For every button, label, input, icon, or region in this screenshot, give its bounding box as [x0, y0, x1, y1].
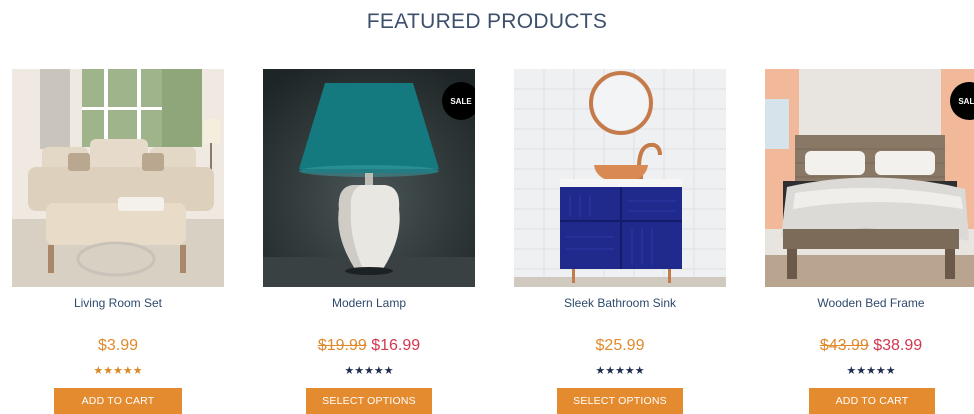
original-price: $43.99	[819, 337, 869, 354]
star-rating: ★★★★★	[846, 364, 896, 377]
sale-price: $16.99	[371, 337, 421, 354]
select-options-button[interactable]: SELECT OPTIONS	[557, 388, 683, 414]
product-price: $43.99 $38.99	[765, 337, 974, 355]
current-price: $25.99	[595, 337, 645, 354]
product-image-living-room-set[interactable]	[12, 69, 224, 287]
product-name[interactable]: Wooden Bed Frame	[765, 296, 974, 310]
sale-badge: SALE	[442, 82, 475, 120]
star-rating: ★★★★★	[344, 364, 394, 377]
section-title: FEATURED PRODUCTS	[366, 10, 608, 33]
product-name[interactable]: Modern Lamp	[263, 296, 475, 310]
product-image-modern-lamp[interactable]: SALE	[263, 69, 475, 287]
add-to-cart-button[interactable]: ADD TO CART	[54, 388, 182, 414]
original-price: $19.99	[317, 337, 367, 354]
product-image-sleek-bathroom-sink[interactable]	[514, 69, 726, 287]
product-price: $19.99 $16.99	[263, 337, 475, 355]
current-price: $3.99	[97, 337, 139, 354]
product-name[interactable]: Living Room Set	[12, 296, 224, 310]
product-name[interactable]: Sleek Bathroom Sink	[514, 296, 726, 310]
select-options-button[interactable]: SELECT OPTIONS	[306, 388, 432, 414]
product-image-wooden-bed-frame[interactable]: SALE	[765, 69, 974, 287]
star-rating: ★★★★★	[93, 364, 143, 377]
product-price: $3.99	[12, 337, 224, 355]
sale-price: $38.99	[873, 337, 923, 354]
product-price: $25.99	[514, 337, 726, 355]
star-rating: ★★★★★	[595, 364, 645, 377]
add-to-cart-button[interactable]: ADD TO CART	[809, 388, 935, 414]
